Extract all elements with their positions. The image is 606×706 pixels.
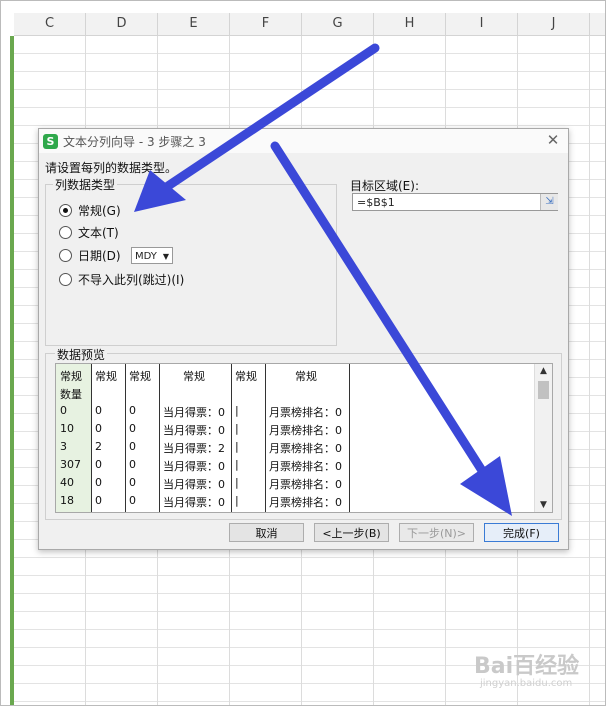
image-frame — [0, 0, 606, 706]
